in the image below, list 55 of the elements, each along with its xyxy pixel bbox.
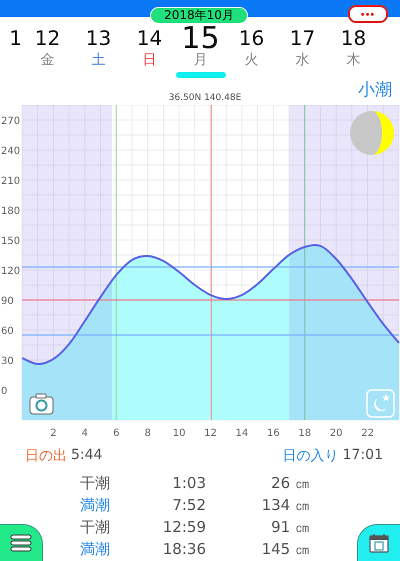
y-axis-label: 120 [1,266,20,277]
tide-kind-label: 干潮 [80,473,111,494]
y-axis-label: 60 [1,326,14,337]
x-axis-label: 12 [204,428,217,439]
x-axis-label: 14 [236,428,248,439]
day-tab[interactable]: 1 [0,25,22,78]
tide-height: 26 ㎝ [270,473,310,494]
sunrise-time: 5:44 [71,447,102,465]
tide-time: 12:59 [162,517,206,538]
y-axis-label: 210 [1,176,20,187]
y-axis-label: 180 [1,206,20,217]
tide-height: 145 ㎝ [260,539,310,560]
sunrise-label: 日の出 [25,447,67,465]
y-axis-label: 90 [1,296,14,307]
x-axis-label: 6 [113,428,120,439]
x-axis-label: 20 [330,428,343,439]
menu-icon [10,534,32,552]
day-tab[interactable]: 15 月 [175,25,226,78]
calendar-icon [369,533,389,553]
day-tab[interactable]: 16 火 [226,25,277,78]
x-axis-label: 10 [172,428,186,439]
tide-time: 7:52 [171,495,206,516]
day-tab[interactable]: 18 木 [328,25,379,78]
calendar-button[interactable] [357,524,400,561]
tide-height: 134 ㎝ [260,495,310,516]
y-axis-label: 0 [1,386,8,397]
day-tab[interactable]: 12 金 [22,25,73,78]
sunset-time: 17:01 [342,447,383,465]
day-tab[interactable]: 17 水 [277,25,328,78]
x-axis-label: 16 [266,428,280,439]
tide-kind-label: 満潮 [80,539,111,560]
sunset-label: 日の入り [282,447,339,465]
day-tab[interactable]: 14 日 [124,25,175,78]
moon-phase-icon [350,111,394,155]
x-axis-label: 22 [361,428,374,439]
tide-time: 1:03 [171,473,206,494]
location-coordinates: 36.50N 140.48E [168,93,242,103]
y-axis-label: 30 [1,356,14,367]
day-tab[interactable]: 13 土 [73,25,124,78]
camera-icon[interactable] [30,394,54,414]
x-axis-label: 4 [82,428,88,439]
tide-time: 18:36 [162,539,206,560]
more-button[interactable]: ••• [348,5,388,23]
month-label[interactable]: 2018年10月 [150,7,248,24]
y-axis-label: 240 [1,146,20,157]
y-axis-label: 270 [1,116,20,127]
tide-kind-label: 満潮 [80,495,111,516]
tide-type-label: 小潮 [358,79,392,101]
y-axis-label: 150 [1,236,20,247]
x-axis-label: 18 [298,428,312,439]
tide-kind-label: 干潮 [80,517,111,538]
x-axis-label: 2 [50,428,57,439]
tide-height: 91 ㎝ [270,517,310,538]
menu-button[interactable] [0,524,43,561]
x-axis-label: 8 [144,428,151,439]
